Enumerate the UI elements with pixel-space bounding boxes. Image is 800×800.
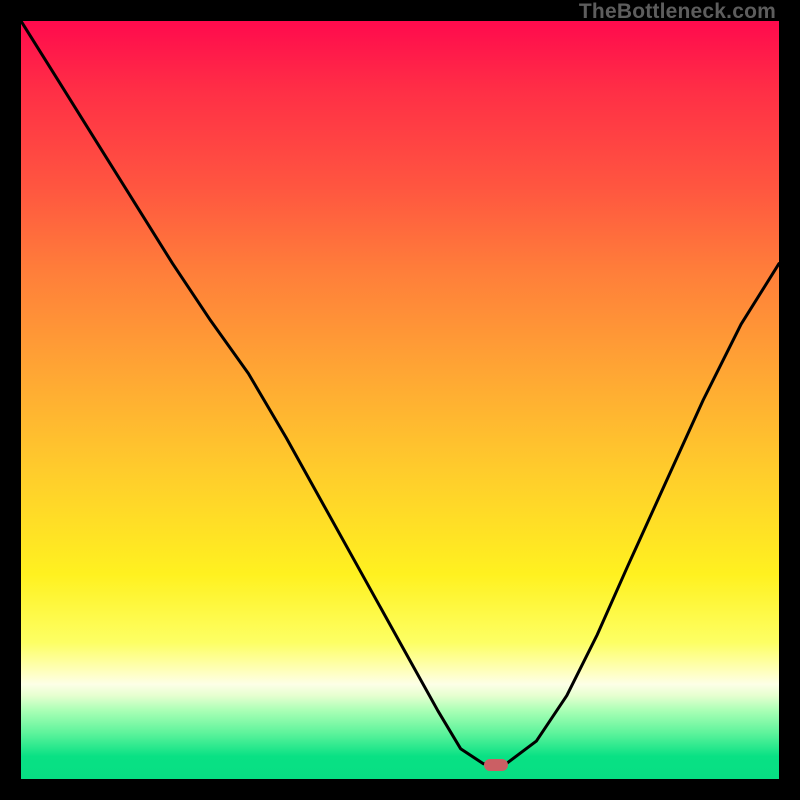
bottleneck-curve bbox=[21, 21, 779, 779]
chart-frame: TheBottleneck.com bbox=[0, 0, 800, 800]
watermark-text: TheBottleneck.com bbox=[579, 0, 776, 24]
optimal-point-marker bbox=[484, 759, 508, 771]
plot-area bbox=[21, 21, 779, 779]
